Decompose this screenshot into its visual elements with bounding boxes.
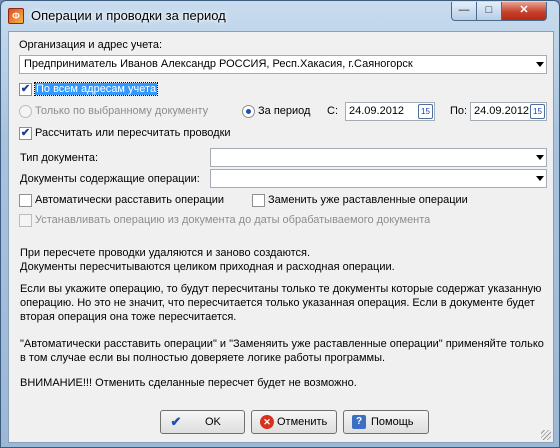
dialog-window: Ф Операции и проводки за период — □ ✕ Ор… [0,0,560,448]
auto-assign-label: Автоматически расставить операции [35,194,225,206]
help-icon: ? [352,415,366,429]
cancel-icon: ✕ [260,415,274,429]
cancel-button-label: Отменить [277,416,328,428]
info-line: Если вы укажите операцию, то будут перес… [20,283,542,295]
replace-label: Заменить уже раставленные операции [268,194,468,206]
auto-assign-checkbox[interactable] [19,194,32,207]
chevron-down-icon [536,155,544,160]
dialog-body: Организация и адрес учета: Предпринимате… [8,31,554,443]
cancel-button[interactable]: ✕ Отменить [251,410,337,434]
warning-text: ВНИМАНИЕ!!! Отменить сделанные пересчет … [20,377,357,389]
ops-select[interactable] [210,169,547,188]
check-icon: ✔ [170,414,182,429]
from-date-input[interactable]: 24.09.2012 15 [345,102,435,121]
maximize-button[interactable]: □ [476,2,502,21]
info-line: "Автоматически расставить операции" и "З… [20,338,544,350]
to-date-value: 24.09.2012 [474,105,530,117]
info-line: в том случае если вы полностью доверяете… [20,352,386,364]
set-from-doc-label: Устанавливать операцию из документа до д… [35,214,431,226]
help-button[interactable]: ? Помощь [343,410,429,434]
ok-button-label: OK [205,416,221,428]
to-label: По: [450,105,468,117]
window-title: Операции и проводки за период [31,8,226,23]
selected-doc-label: Только по выбранному документу [35,105,209,117]
close-button[interactable]: ✕ [501,2,547,21]
info-line: При пересчете проводки удаляются и занов… [20,247,311,259]
all-addresses-label: По всем адресам учета [33,82,159,96]
info-line: Документы пересчитываются целиком приход… [20,261,395,273]
info-line: вторая операция она тоже пересчитается. [20,311,237,323]
help-button-label: Помощь [371,416,414,428]
chevron-down-icon [536,62,544,67]
app-icon: Ф [8,8,24,24]
calendar-icon[interactable]: 15 [418,104,433,119]
minimize-button[interactable]: — [451,2,477,21]
recalc-label: Рассчитать или пересчитать проводки [35,127,231,139]
org-select[interactable]: Предприниматель Иванов Александр РОССИЯ,… [19,55,547,74]
info-line: операцию. Но это не значит, что пересчит… [20,297,535,309]
all-addresses-checkbox[interactable]: ✔ [19,83,32,96]
calendar-icon[interactable]: 15 [530,104,545,119]
from-label: С: [327,105,338,117]
to-date-input[interactable]: 24.09.2012 15 [470,102,547,121]
ops-label: Документы содержащие операции: [20,173,200,185]
org-label: Организация и адрес учета: [19,39,162,51]
period-radio[interactable] [242,105,255,118]
org-select-value: Предприниматель Иванов Александр РОССИЯ,… [24,58,413,70]
period-label: За период [258,105,311,117]
resize-grip-icon[interactable] [541,430,551,440]
set-from-doc-checkbox[interactable] [19,214,32,227]
recalc-checkbox[interactable]: ✔ [19,127,32,140]
radio-dot [246,109,251,114]
chevron-down-icon [536,176,544,181]
doc-type-label: Тип документа: [20,152,99,164]
title-bar[interactable]: Ф Операции и проводки за период — □ ✕ [1,1,559,31]
replace-checkbox[interactable] [252,194,265,207]
ok-button[interactable]: ✔ OK [160,410,245,434]
from-date-value: 24.09.2012 [349,105,405,117]
doc-type-select[interactable] [210,148,547,167]
selected-doc-radio[interactable] [19,105,32,118]
